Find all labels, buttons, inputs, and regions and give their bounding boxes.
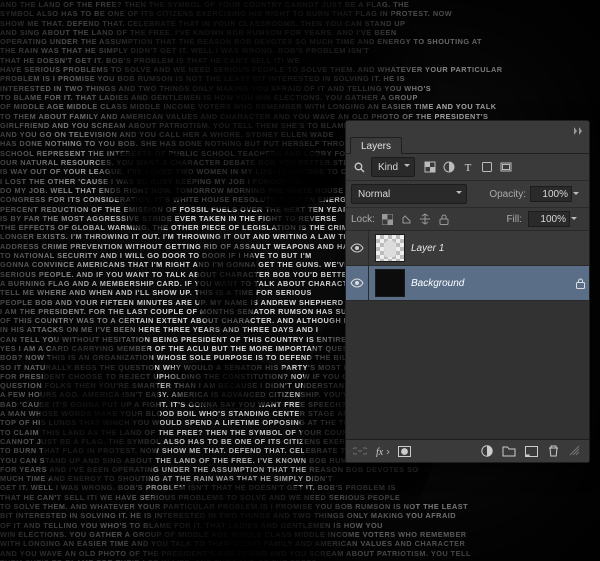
- panel-resize-icon[interactable]: [565, 441, 585, 461]
- lock-transparent-icon[interactable]: [381, 213, 394, 226]
- layer-filter-row: Kind T: [346, 154, 589, 181]
- new-group-icon[interactable]: [499, 441, 519, 461]
- layers-panel[interactable]: Layers Kind T Normal Opacity: 100% Lock:…: [345, 120, 590, 463]
- tab-label: Layers: [361, 141, 391, 152]
- fill-value: 100%: [540, 214, 566, 225]
- layers-list: Layer 1 Background: [346, 231, 589, 301]
- blend-mode-value: Normal: [358, 189, 390, 200]
- panel-footer: fx: [346, 439, 589, 462]
- eye-icon: [350, 278, 364, 288]
- filter-shape-icon[interactable]: [480, 160, 494, 174]
- layer-mask-icon[interactable]: [394, 441, 414, 461]
- lock-all-icon[interactable]: [438, 213, 451, 226]
- shade-mouth: [150, 360, 310, 408]
- new-adjustment-icon[interactable]: [477, 441, 497, 461]
- layers-empty-area[interactable]: [346, 301, 589, 439]
- search-icon[interactable]: [351, 159, 367, 175]
- layer-thumbnail[interactable]: [375, 269, 405, 297]
- lock-position-icon[interactable]: [419, 213, 432, 226]
- svg-text:T: T: [465, 162, 472, 173]
- opacity-field[interactable]: 100%: [530, 186, 572, 202]
- lock-indicator-icon: [571, 278, 589, 289]
- fill-field[interactable]: 100%: [528, 211, 570, 227]
- layer-name[interactable]: Layer 1: [411, 243, 589, 254]
- opacity-label: Opacity:: [489, 189, 526, 200]
- shade-eye-left: [120, 195, 180, 231]
- svg-text:fx: fx: [376, 447, 384, 457]
- layer-thumbnail[interactable]: [375, 234, 405, 262]
- blend-mode-select[interactable]: Normal: [351, 184, 467, 204]
- layer-row[interactable]: Layer 1: [346, 231, 589, 266]
- filter-kind-select[interactable]: Kind: [371, 157, 415, 177]
- lock-label: Lock:: [351, 214, 375, 225]
- visibility-toggle[interactable]: [346, 231, 369, 265]
- lock-row: Lock: Fill: 100%: [346, 208, 589, 231]
- filter-smart-icon[interactable]: [499, 160, 513, 174]
- filter-adjust-icon[interactable]: [442, 160, 456, 174]
- blend-row: Normal Opacity: 100%: [346, 181, 589, 208]
- filter-pixel-icon[interactable]: [423, 160, 437, 174]
- link-layers-icon[interactable]: [350, 441, 370, 461]
- delete-layer-icon[interactable]: [543, 441, 563, 461]
- shade-nose: [197, 230, 257, 340]
- fill-label: Fill:: [506, 214, 522, 225]
- new-layer-icon[interactable]: [521, 441, 541, 461]
- tab-layers[interactable]: Layers: [350, 137, 402, 154]
- eye-icon: [350, 243, 364, 253]
- layer-row[interactable]: Background: [346, 266, 589, 301]
- opacity-value: 100%: [542, 189, 568, 200]
- shade-jaw-left: [40, 300, 160, 530]
- layer-name[interactable]: Background: [411, 278, 571, 289]
- panel-grip[interactable]: [346, 121, 589, 135]
- shade-eye-right: [260, 195, 320, 231]
- lock-image-icon[interactable]: [400, 213, 413, 226]
- layer-fx-icon[interactable]: fx: [372, 441, 392, 461]
- filter-kind-label: Kind: [378, 162, 398, 173]
- filter-type-icon[interactable]: T: [461, 160, 475, 174]
- visibility-toggle[interactable]: [346, 266, 369, 300]
